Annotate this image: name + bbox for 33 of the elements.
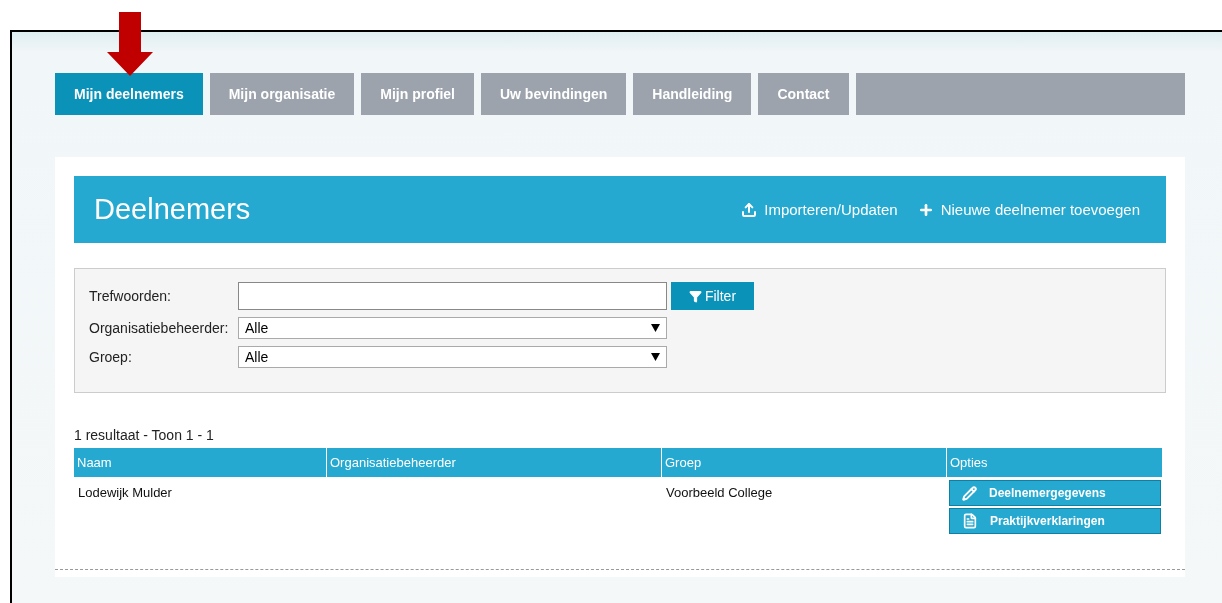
nav-tab[interactable]: Contact <box>758 73 849 115</box>
plus-icon <box>917 201 934 218</box>
caret-icon <box>651 353 660 361</box>
header-action-link[interactable]: Nieuwe deelnemer toevoegen <box>917 201 1140 218</box>
column-header: Organisatiebeheerder <box>327 448 662 477</box>
keyword-input-field[interactable] <box>238 282 667 310</box>
column-header: Groep <box>662 448 947 477</box>
column-header: Opties <box>947 448 1163 477</box>
caret-icon <box>651 324 660 332</box>
nav-tab[interactable]: Mijn deelnemers <box>55 73 203 115</box>
nav-tab[interactable]: Uw bevindingen <box>480 73 627 115</box>
document-icon <box>962 513 978 529</box>
field-label: Trefwoorden: <box>89 288 172 304</box>
down-arrow-icon <box>107 12 153 76</box>
field-label: Organisatiebeheerder: <box>89 320 230 336</box>
dropdown-select[interactable]: Alle <box>238 317 667 339</box>
upload-icon <box>741 201 758 218</box>
field-label: Groep: <box>89 349 133 365</box>
header-action-link[interactable]: Importeren/Updaten <box>741 201 898 218</box>
result-count: 1 resultaat - Toon 1 - 1 <box>74 427 215 443</box>
filter-icon <box>688 289 702 303</box>
nav-tab[interactable]: Mijn profiel <box>361 73 474 115</box>
table-cell-text: Voorbeeld College <box>665 484 774 502</box>
pencil-icon <box>962 485 977 501</box>
filter-button[interactable]: Filter <box>671 282 754 310</box>
nav-tab[interactable]: Mijn organisatie <box>209 73 355 115</box>
dropdown-select[interactable]: Alle <box>238 346 667 368</box>
option-button[interactable]: Praktijkverklaringen <box>949 508 1161 534</box>
nav-tab[interactable]: Handleiding <box>633 73 752 115</box>
page-title: Deelnemers <box>94 193 252 226</box>
column-header: Naam <box>74 448 327 477</box>
option-button[interactable]: Deelnemergegevens <box>949 480 1161 506</box>
table-cell-text: Lodewijk Mulder <box>77 484 173 502</box>
